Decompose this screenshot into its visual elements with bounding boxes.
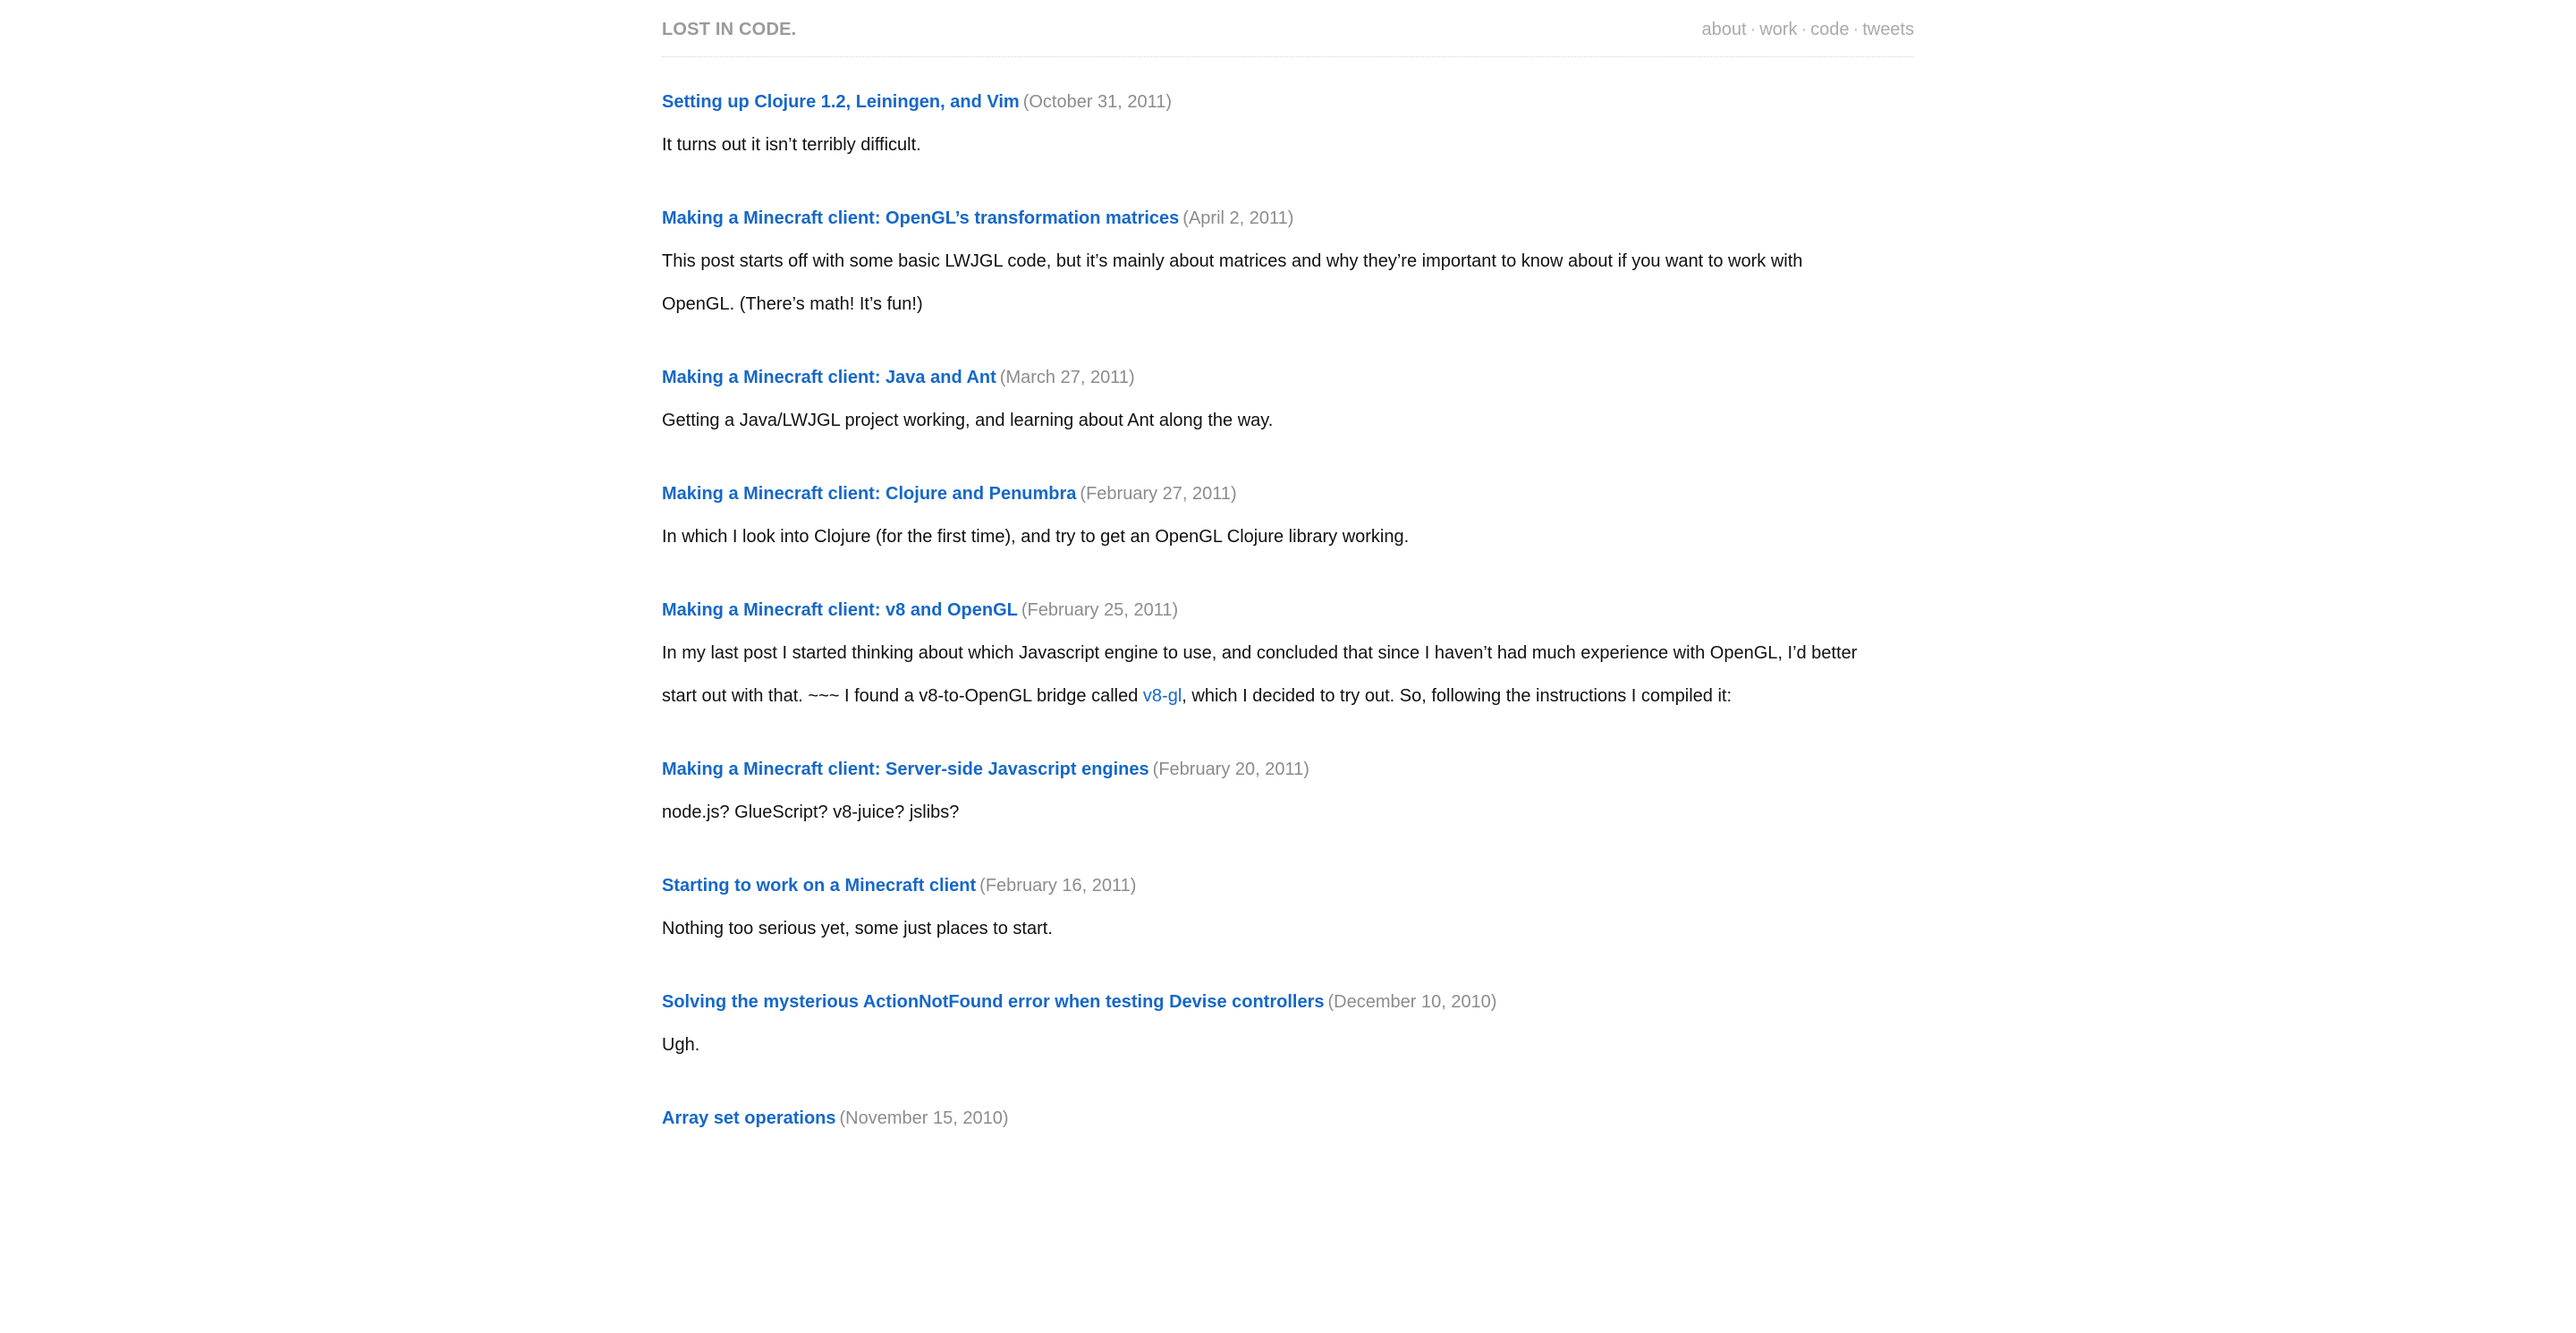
post-date: (April 2, 2011) (1179, 208, 1293, 228)
post-description-text: This post starts off with some basic LWJ… (662, 251, 1802, 314)
post-description-text: Getting a Java/LWJGL project working, an… (662, 411, 1273, 430)
site-title: LOST IN CODE. (662, 20, 796, 40)
nav-separator: · (1850, 20, 1863, 39)
post-date: (March 27, 2011) (996, 368, 1135, 387)
post-date: (November 15, 2010) (836, 1108, 1009, 1128)
post-title-link[interactable]: Making a Minecraft client: OpenGL’s tran… (662, 208, 1179, 228)
post-description-text: In which I look into Clojure (for the fi… (662, 527, 1409, 547)
post-title-link[interactable]: Starting to work on a Minecraft client (662, 876, 976, 896)
nav-separator: · (1797, 20, 1810, 39)
post-heading: Array set operations(November 15, 2010) (662, 1097, 1914, 1140)
post-description: node.js? GlueScript? v8-juice? jslibs? (662, 791, 1860, 834)
post-title-link[interactable]: Solving the mysterious ActionNotFound er… (662, 992, 1324, 1012)
post-title-link[interactable]: Setting up Clojure 1.2, Leiningen, and V… (662, 92, 1020, 112)
site-header: LOST IN CODE. about·work·code·tweets (662, 20, 1914, 57)
post-item: Starting to work on a Minecraft client(F… (662, 864, 1914, 950)
post-date: (February 20, 2011) (1149, 760, 1309, 779)
nav-separator: · (1747, 20, 1760, 39)
post-item: Setting up Clojure 1.2, Leiningen, and V… (662, 81, 1914, 166)
post-item: Making a Minecraft client: v8 and OpenGL… (662, 589, 1914, 717)
post-description-text: Nothing too serious yet, some just place… (662, 919, 1053, 938)
post-description: It turns out it isn’t terribly difficult… (662, 123, 1860, 166)
post-description-text: Ugh. (662, 1035, 699, 1055)
post-description-text-cont: , which I decided to try out. So, follow… (1182, 686, 1732, 706)
post-item: Making a Minecraft client: Clojure and P… (662, 472, 1914, 558)
post-description: In which I look into Clojure (for the fi… (662, 515, 1860, 558)
post-item: Array set operations(November 15, 2010) (662, 1097, 1914, 1140)
nav-link-tweets[interactable]: tweets (1862, 20, 1914, 39)
post-heading: Making a Minecraft client: Clojure and P… (662, 472, 1914, 515)
site-nav: about·work·code·tweets (1702, 20, 1915, 40)
post-heading: Solving the mysterious ActionNotFound er… (662, 981, 1914, 1023)
post-title-link[interactable]: Making a Minecraft client: Server-side J… (662, 760, 1149, 779)
post-title-link[interactable]: Array set operations (662, 1108, 836, 1128)
post-date: (February 27, 2011) (1076, 484, 1236, 504)
post-description: This post starts off with some basic LWJ… (662, 240, 1860, 326)
post-heading: Making a Minecraft client: OpenGL’s tran… (662, 197, 1914, 240)
post-heading: Setting up Clojure 1.2, Leiningen, and V… (662, 81, 1914, 123)
post-date: (December 10, 2010) (1324, 992, 1496, 1012)
post-description: Ugh. (662, 1023, 1860, 1066)
post-date: (February 16, 2011) (976, 876, 1136, 896)
post-description: In my last post I started thinking about… (662, 632, 1860, 717)
post-date: (February 25, 2011) (1018, 600, 1178, 620)
post-heading: Starting to work on a Minecraft client(F… (662, 864, 1914, 907)
post-item: Making a Minecraft client: OpenGL’s tran… (662, 197, 1914, 326)
post-description-text: It turns out it isn’t terribly difficult… (662, 135, 921, 155)
nav-link-about[interactable]: about (1702, 20, 1747, 39)
post-item: Solving the mysterious ActionNotFound er… (662, 981, 1914, 1066)
post-title-link[interactable]: Making a Minecraft client: Clojure and P… (662, 484, 1076, 504)
post-heading: Making a Minecraft client: Server-side J… (662, 748, 1914, 791)
post-heading: Making a Minecraft client: Java and Ant(… (662, 356, 1914, 399)
post-heading: Making a Minecraft client: v8 and OpenGL… (662, 589, 1914, 632)
post-item: Making a Minecraft client: Java and Ant(… (662, 356, 1914, 442)
post-title-link[interactable]: Making a Minecraft client: Java and Ant (662, 368, 996, 387)
post-description: Getting a Java/LWJGL project working, an… (662, 399, 1860, 442)
page-container: LOST IN CODE. about·work·code·tweets Set… (662, 0, 1914, 1140)
post-description-text: node.js? GlueScript? v8-juice? jslibs? (662, 802, 959, 822)
post-description: Nothing too serious yet, some just place… (662, 907, 1860, 950)
nav-link-code[interactable]: code (1810, 20, 1849, 39)
post-list: Setting up Clojure 1.2, Leiningen, and V… (662, 57, 1914, 1140)
post-title-link[interactable]: Making a Minecraft client: v8 and OpenGL (662, 600, 1018, 620)
post-item: Making a Minecraft client: Server-side J… (662, 748, 1914, 834)
post-date: (October 31, 2011) (1020, 92, 1172, 112)
nav-link-work[interactable]: work (1759, 20, 1797, 39)
inline-link-v8-gl[interactable]: v8-gl (1143, 686, 1182, 706)
